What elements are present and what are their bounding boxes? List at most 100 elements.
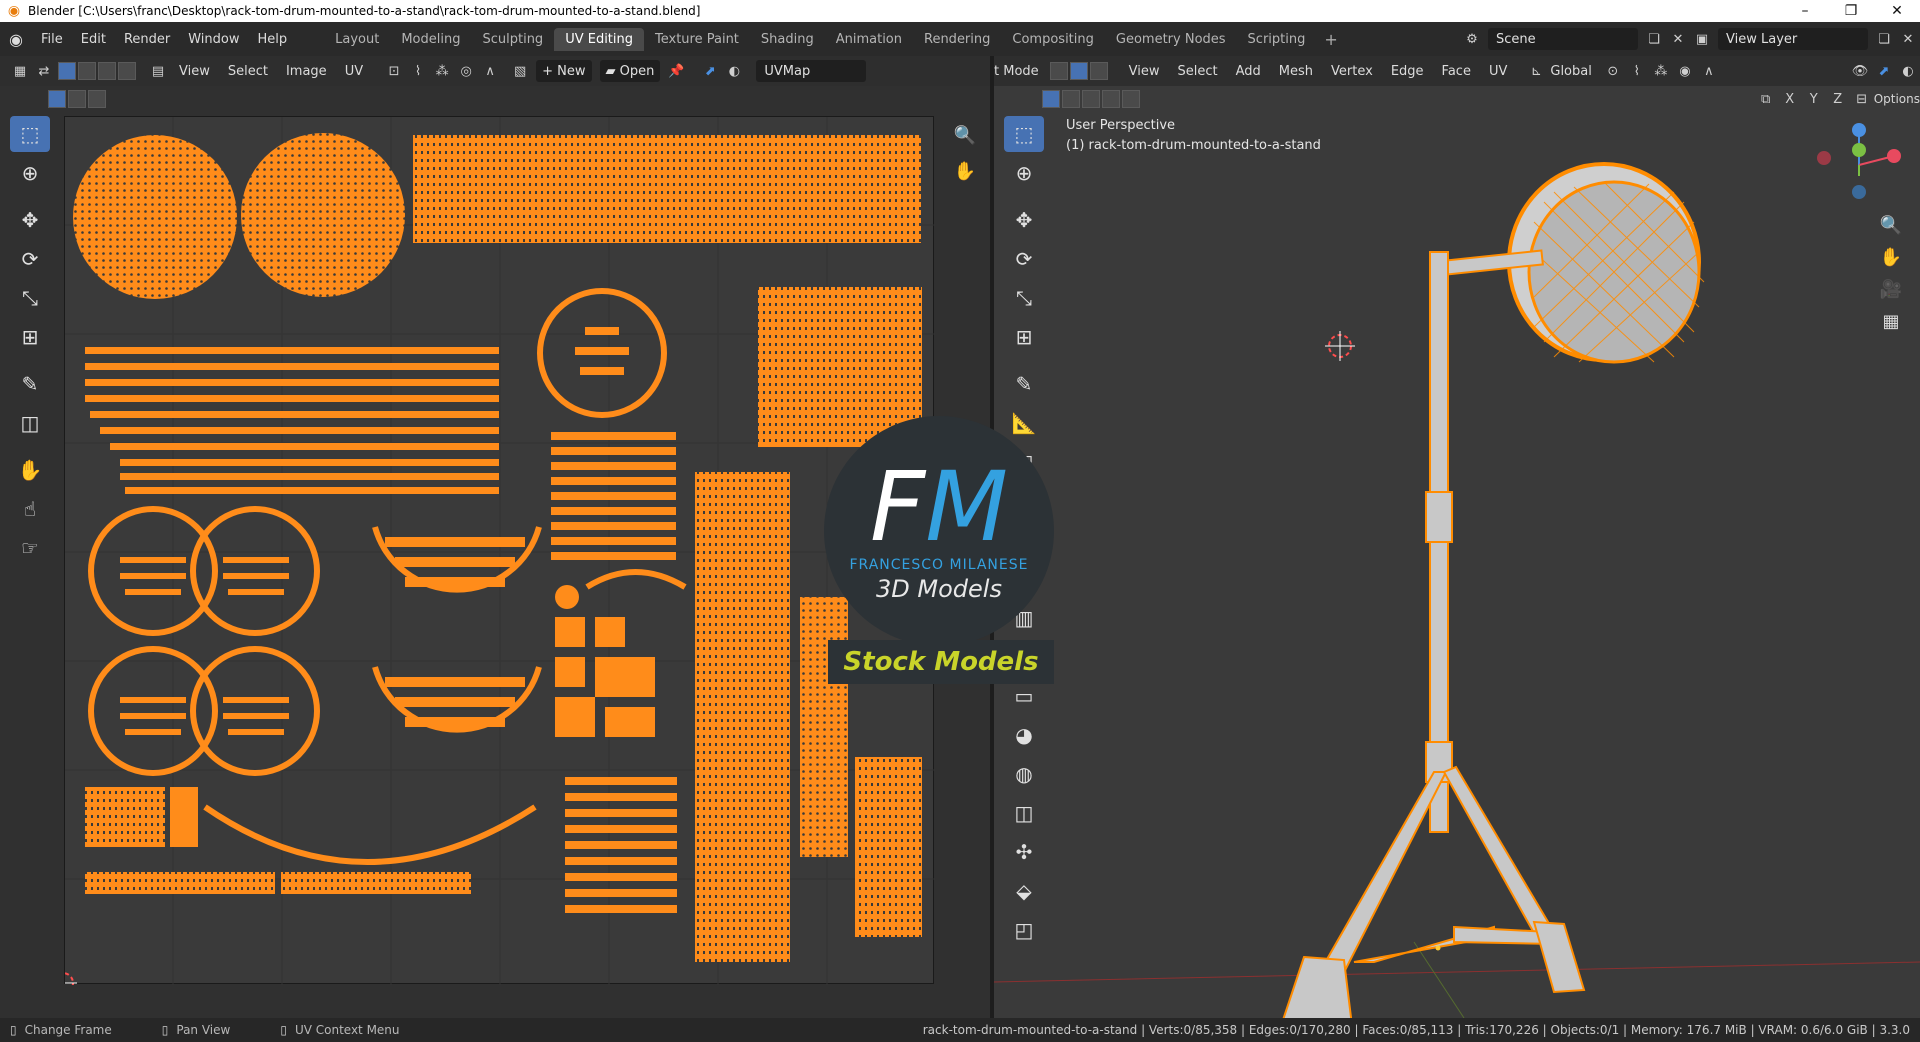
uv-select-face[interactable] xyxy=(88,90,106,108)
falloff-icon[interactable]: ∧ xyxy=(478,60,502,82)
vp-face-select-mode[interactable] xyxy=(1089,62,1108,80)
rotate-tool-icon[interactable]: ⟳ xyxy=(10,241,50,277)
menu-help[interactable]: Help xyxy=(249,32,297,47)
move-tool-icon[interactable]: ✥ xyxy=(10,202,50,238)
vp-menu-uv[interactable]: UV xyxy=(1480,64,1516,79)
menu-window[interactable]: Window xyxy=(179,32,248,47)
visibility-icon[interactable]: 👁 xyxy=(1848,60,1872,82)
tab-scripting[interactable]: Scripting xyxy=(1237,28,1317,51)
menu-edit[interactable]: Edit xyxy=(72,32,115,47)
vp-menu-select[interactable]: Select xyxy=(1169,64,1227,79)
auto-merge-icon[interactable]: ⊟ xyxy=(1850,88,1874,110)
vp-menu-edge[interactable]: Edge xyxy=(1382,64,1433,79)
tab-uv-editing[interactable]: UV Editing xyxy=(554,27,645,51)
close-button[interactable]: ✕ xyxy=(1874,0,1920,22)
new-view-layer-icon[interactable]: ❏ xyxy=(1872,28,1896,50)
restore-button[interactable]: ❐ xyxy=(1828,0,1874,22)
edge-select-mode[interactable] xyxy=(78,62,96,80)
uvmap-field[interactable]: UVMap xyxy=(756,60,867,82)
vp-snap-target-icon[interactable]: ⁂ xyxy=(1649,60,1673,82)
tab-animation[interactable]: Animation xyxy=(825,28,913,51)
pinch-tool-icon[interactable]: ☞ xyxy=(10,530,50,566)
menu-render[interactable]: Render xyxy=(115,32,179,47)
snap-icon[interactable]: ⌇ xyxy=(406,60,430,82)
vp-vertex-select-mode[interactable] xyxy=(1049,62,1068,80)
tab-geometry-nodes[interactable]: Geometry Nodes xyxy=(1105,28,1237,51)
vp-pivot-icon[interactable]: ⊙ xyxy=(1601,60,1625,82)
transform-orientation-dropdown[interactable]: Global xyxy=(1548,64,1600,79)
vp-select-extend[interactable] xyxy=(1062,90,1080,108)
sticky-select-icon[interactable]: ▤ xyxy=(146,60,170,82)
mirror-x[interactable]: X xyxy=(1778,88,1802,110)
minimize-button[interactable]: – xyxy=(1782,0,1828,22)
uv-menu-image[interactable]: Image xyxy=(277,64,336,79)
uv-menu-select[interactable]: Select xyxy=(219,64,277,79)
select-box-tool-icon[interactable]: ⬚ xyxy=(10,116,50,152)
tab-compositing[interactable]: Compositing xyxy=(1001,28,1105,51)
vp-select-intersect[interactable] xyxy=(1122,90,1140,108)
vp-select-invert[interactable] xyxy=(1102,90,1120,108)
vp-menu-view[interactable]: View xyxy=(1120,64,1169,79)
mirror-z[interactable]: Z xyxy=(1826,88,1850,110)
vp-snap-icon[interactable]: ⌇ xyxy=(1625,60,1649,82)
tab-sculpting[interactable]: Sculpting xyxy=(471,28,554,51)
view-layer-field[interactable]: View Layer xyxy=(1718,28,1868,50)
annotate-tool-icon[interactable]: ✎ xyxy=(10,366,50,402)
delete-scene-icon[interactable]: ✕ xyxy=(1666,28,1690,50)
vp-proportional-icon[interactable]: ◉ xyxy=(1673,60,1697,82)
transform-orientation-icon[interactable]: ⊾ xyxy=(1524,60,1548,82)
vp-menu-add[interactable]: Add xyxy=(1227,64,1270,79)
gizmo-toggle-icon[interactable]: ⬈ xyxy=(698,60,722,82)
overlay-toggle-icon[interactable]: ◐ xyxy=(722,60,746,82)
tab-layout[interactable]: Layout xyxy=(324,28,390,51)
grab-tool-icon[interactable]: ✋ xyxy=(10,452,50,488)
tab-texture-paint[interactable]: Texture Paint xyxy=(644,28,750,51)
uv-menu-uv[interactable]: UV xyxy=(336,64,372,79)
pivot-icon[interactable]: ⊡ xyxy=(382,60,406,82)
tab-rendering[interactable]: Rendering xyxy=(913,28,1001,51)
view-layer-icon[interactable]: ▣ xyxy=(1690,28,1714,50)
mirror-y[interactable]: Y xyxy=(1802,88,1826,110)
vp-menu-mesh[interactable]: Mesh xyxy=(1270,64,1322,79)
tab-modeling[interactable]: Modeling xyxy=(390,28,471,51)
vp-select-new[interactable] xyxy=(1042,90,1060,108)
scene-icon[interactable]: ⚙ xyxy=(1460,28,1484,50)
mirror-icon[interactable]: ⧉ xyxy=(1754,88,1778,110)
rip-tool-icon[interactable]: ◫ xyxy=(10,405,50,441)
menu-file[interactable]: File xyxy=(32,32,72,47)
scene-field[interactable]: Scene xyxy=(1488,28,1638,50)
options-dropdown[interactable]: Options xyxy=(1874,92,1920,106)
transform-tool-icon[interactable]: ⊞ xyxy=(10,319,50,355)
uv-sync-selection-icon[interactable]: ⇄ xyxy=(32,60,56,82)
uv-pan-icon[interactable]: ✋ xyxy=(950,156,980,186)
island-select-mode[interactable] xyxy=(118,62,136,80)
uv-canvas[interactable] xyxy=(64,116,935,985)
new-scene-icon[interactable]: ❏ xyxy=(1642,28,1666,50)
scale-tool-icon[interactable]: ⤡ xyxy=(10,280,50,316)
uv-select-vertex[interactable] xyxy=(48,90,66,108)
proportional-edit-icon[interactable]: ◎ xyxy=(454,60,478,82)
image-browse-icon[interactable]: ▧ xyxy=(508,60,532,82)
add-workspace-button[interactable]: + xyxy=(1316,30,1345,49)
editor-type-icon[interactable]: ▦ xyxy=(8,60,32,82)
blender-menu-icon[interactable]: ◉ xyxy=(0,30,32,49)
face-select-mode[interactable] xyxy=(98,62,116,80)
pin-icon[interactable]: 📌 xyxy=(664,60,688,82)
vp-edge-select-mode[interactable] xyxy=(1069,62,1088,80)
vp-menu-vertex[interactable]: Vertex xyxy=(1322,64,1382,79)
uv-zoom-icon[interactable]: 🔍 xyxy=(950,120,980,150)
vp-menu-face[interactable]: Face xyxy=(1433,64,1480,79)
snap-target-icon[interactable]: ⁂ xyxy=(430,60,454,82)
tab-shading[interactable]: Shading xyxy=(750,28,825,51)
cursor-tool-icon[interactable]: ⊕ xyxy=(10,155,50,191)
vp-overlay-icon[interactable]: ◐ xyxy=(1896,60,1920,82)
vertex-select-mode[interactable] xyxy=(58,62,76,80)
vp-select-subtract[interactable] xyxy=(1082,90,1100,108)
delete-view-layer-icon[interactable]: ✕ xyxy=(1896,28,1920,50)
relax-tool-icon[interactable]: ☝ xyxy=(10,491,50,527)
uv-select-edge[interactable] xyxy=(68,90,86,108)
new-image-button[interactable]: + New xyxy=(536,60,592,82)
open-image-button[interactable]: ▰ Open xyxy=(599,60,661,82)
vp-falloff-icon[interactable]: ∧ xyxy=(1697,60,1721,82)
vp-gizmo-icon[interactable]: ⬈ xyxy=(1872,60,1896,82)
